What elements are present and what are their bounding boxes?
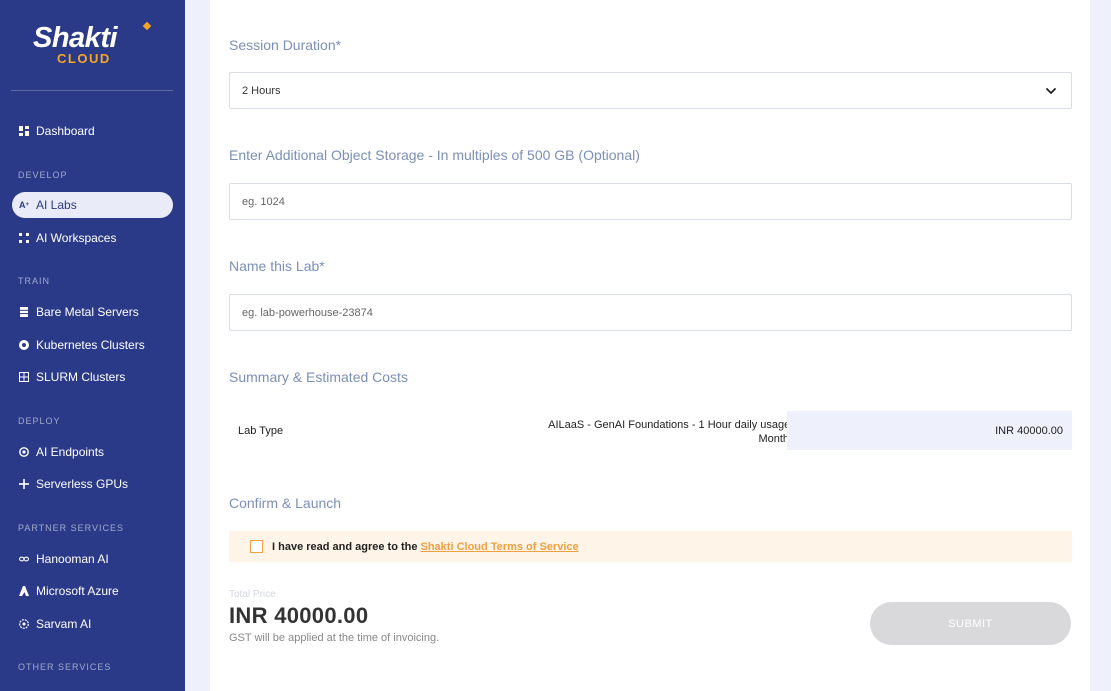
sidebar-item-dashboard[interactable]: Dashboard xyxy=(12,118,173,144)
lab-name-field[interactable] xyxy=(229,294,1072,331)
section-train: TRAIN xyxy=(18,276,50,286)
grid-icon xyxy=(19,126,29,136)
main-panel: Session Duration* 2 Hours Enter Addition… xyxy=(210,0,1090,691)
terms-of-service-link[interactable]: Shakti Cloud Terms of Service xyxy=(421,541,579,553)
sidebar-item-slurm[interactable]: SLURM Clusters xyxy=(12,364,173,390)
sidebar-item-label: Sarvam AI xyxy=(36,617,92,631)
sidebar-item-label: AI Endpoints xyxy=(36,445,105,459)
serverless-icon xyxy=(19,479,29,489)
confirm-launch-title: Confirm & Launch xyxy=(229,495,342,511)
sidebar-item-label: Hanooman AI xyxy=(36,552,109,566)
lab-type-label: Lab Type xyxy=(238,425,284,437)
summary-title: Summary & Estimated Costs xyxy=(229,369,408,385)
sidebar-item-kubernetes[interactable]: Kubernetes Clusters xyxy=(12,332,173,358)
shakti-cloud-logo[interactable]: Shakti CLOUD xyxy=(33,21,153,68)
sidebar-item-label: AI Labs xyxy=(36,198,77,212)
cluster-icon xyxy=(19,372,29,382)
sidebar-item-hanooman-ai[interactable]: Hanooman AI xyxy=(12,546,173,572)
sidebar-item-label: Microsoft Azure xyxy=(36,584,119,598)
ai-labs-icon: A + xyxy=(19,199,30,210)
sidebar-item-label: SLURM Clusters xyxy=(36,370,126,384)
chevron-down-icon xyxy=(1046,88,1056,94)
total-price-value: INR 40000.00 xyxy=(229,603,369,628)
sarvam-icon xyxy=(19,619,29,629)
sidebar-item-label: Bare Metal Servers xyxy=(36,305,139,319)
sidebar-item-ai-workspaces[interactable]: AI Workspaces xyxy=(12,225,173,251)
azure-icon xyxy=(19,586,29,596)
sidebar-divider xyxy=(11,90,173,91)
kubernetes-icon xyxy=(19,340,29,350)
workspace-icon xyxy=(19,233,29,243)
terms-agreement: I have read and agree to the Shakti Clou… xyxy=(229,531,1072,562)
section-develop: DEVELOP xyxy=(18,170,68,180)
logo-subtext: CLOUD xyxy=(57,51,111,66)
lab-type-description: AILaaS - GenAI Foundations - 1 Hour dail… xyxy=(489,418,797,446)
sidebar-item-bare-metal[interactable]: Bare Metal Servers xyxy=(12,299,173,325)
terms-checkbox[interactable] xyxy=(250,540,263,553)
endpoint-icon xyxy=(19,447,29,457)
submit-button[interactable]: SUBMIT xyxy=(870,602,1071,645)
terms-agree-text: I have read and agree to the xyxy=(272,540,418,553)
section-deploy: DEPLOY xyxy=(18,416,61,426)
session-duration-value: 2 Hours xyxy=(242,84,281,97)
sidebar-item-serverless-gpus[interactable]: Serverless GPUs xyxy=(12,471,173,497)
lab-type-price: INR 40000.00 xyxy=(787,411,1072,450)
sidebar-item-ai-labs[interactable]: A + AI Labs xyxy=(12,192,173,218)
gst-note: GST will be applied at the time of invoi… xyxy=(229,632,440,644)
total-price-label: Total Price xyxy=(229,589,276,600)
sidebar-item-ai-endpoints[interactable]: AI Endpoints xyxy=(12,439,173,465)
sidebar-item-label: Kubernetes Clusters xyxy=(36,338,145,352)
infinity-icon xyxy=(19,554,29,564)
server-icon xyxy=(19,307,29,317)
summary-row: Lab Type AILaaS - GenAI Foundations - 1 … xyxy=(229,411,1072,450)
logo-star-icon xyxy=(142,21,152,31)
lab-type-desc-line1: AILaaS - GenAI Foundations - 1 Hour dail… xyxy=(548,419,797,431)
sidebar-item-microsoft-azure[interactable]: Microsoft Azure xyxy=(12,578,173,604)
sidebar-item-label: Dashboard xyxy=(36,124,95,138)
session-duration-select[interactable]: 2 Hours xyxy=(229,72,1072,109)
section-partner-services: PARTNER SERVICES xyxy=(18,523,125,533)
lab-name-label: Name this Lab* xyxy=(229,258,325,274)
lab-type-desc-line2: Monthly xyxy=(758,433,797,445)
object-storage-label: Enter Additional Object Storage - In mul… xyxy=(229,147,640,163)
sidebar-item-label: AI Workspaces xyxy=(36,231,117,245)
sidebar-item-label: Serverless GPUs xyxy=(36,477,129,491)
section-other-services: OTHER SERVICES xyxy=(18,662,112,672)
sidebar: Shakti CLOUD Dashboard DEVELOP A + AI Lab… xyxy=(0,0,185,691)
lab-name-input[interactable] xyxy=(242,306,1071,319)
object-storage-input[interactable] xyxy=(242,195,1071,208)
object-storage-field[interactable] xyxy=(229,183,1072,220)
sidebar-item-sarvam-ai[interactable]: Sarvam AI xyxy=(12,611,173,637)
session-duration-label: Session Duration* xyxy=(229,37,342,53)
